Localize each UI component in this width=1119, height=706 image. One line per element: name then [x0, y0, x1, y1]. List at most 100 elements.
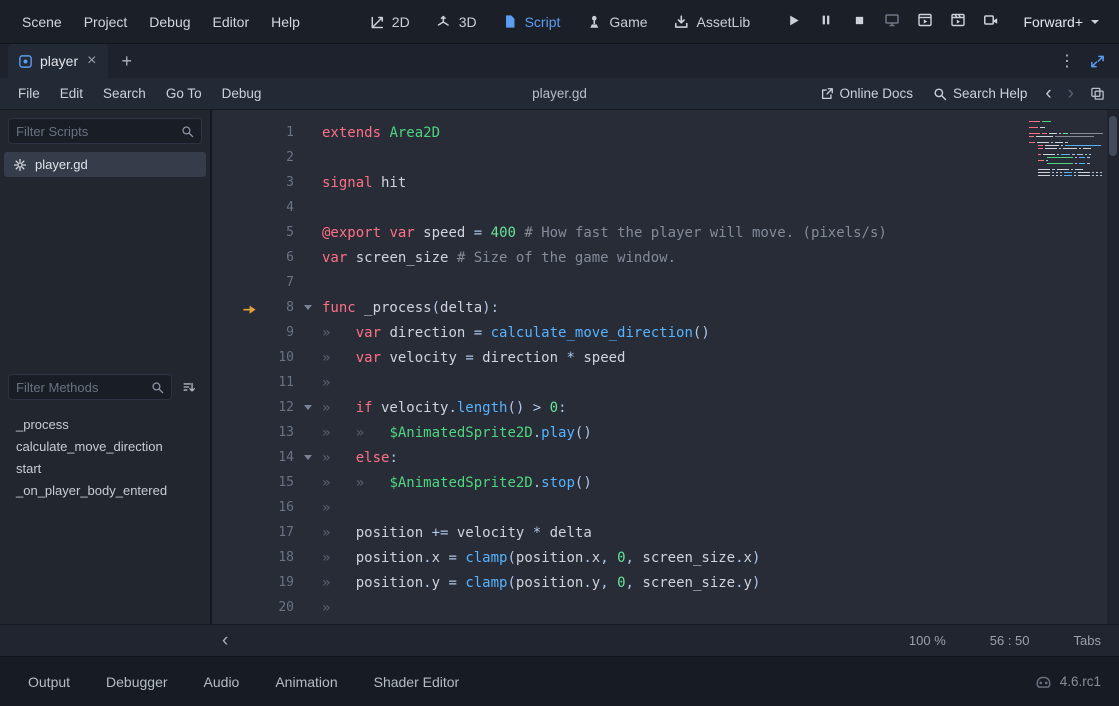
filter-methods-box: [8, 374, 172, 400]
menu-project[interactable]: Project: [74, 7, 138, 37]
script-list-item[interactable]: player.gd: [4, 152, 206, 177]
play-button[interactable]: [778, 7, 808, 37]
code-line-text[interactable]: » var velocity = direction * speed: [322, 350, 625, 366]
zoom-indicator[interactable]: 100 %: [909, 633, 946, 648]
code-line[interactable]: 4: [212, 195, 1025, 220]
renderer-label: Forward+: [1023, 14, 1083, 30]
pause-button[interactable]: [811, 7, 841, 37]
code-line-text[interactable]: » if velocity.length() > 0:: [322, 400, 567, 416]
code-line-text[interactable]: @export var speed = 400 # How fast the p…: [322, 225, 887, 241]
menu-file[interactable]: File: [8, 81, 50, 106]
tab-close-icon[interactable]: ×: [85, 53, 98, 69]
menu-script-debug[interactable]: Debug: [212, 81, 272, 106]
scripts-panel-collapse-button[interactable]: ‹: [216, 630, 234, 652]
code-line-text[interactable]: func _process(delta):: [322, 300, 499, 316]
method-list-item[interactable]: _on_player_body_entered: [0, 480, 210, 502]
renderer-select[interactable]: Forward+: [1015, 8, 1107, 36]
code-line[interactable]: 12 » if velocity.length() > 0:: [212, 395, 1025, 420]
menu-help[interactable]: Help: [261, 7, 310, 37]
menu-editor[interactable]: Editor: [203, 7, 260, 37]
code-line[interactable]: 18» position.x = clamp(position.x, 0, sc…: [212, 545, 1025, 570]
code-line[interactable]: 16»: [212, 495, 1025, 520]
game-view-button[interactable]: [877, 7, 907, 37]
line-number: 9: [262, 325, 294, 340]
code-line[interactable]: 5@export var speed = 400 # How fast the …: [212, 220, 1025, 245]
workspace-2d[interactable]: 2D: [358, 8, 421, 36]
minimap[interactable]: [1025, 110, 1107, 624]
code-line[interactable]: 13» » $AnimatedSprite2D.play(): [212, 420, 1025, 445]
movie-maker-button[interactable]: [976, 7, 1006, 37]
workspace-3d[interactable]: 3D: [425, 8, 488, 36]
code-line[interactable]: 6var screen_size # Size of the game wind…: [212, 245, 1025, 270]
godot-logo-icon: [1035, 673, 1052, 690]
code-line[interactable]: 15» » $AnimatedSprite2D.stop(): [212, 470, 1025, 495]
code-line[interactable]: 11»: [212, 370, 1025, 395]
code-line[interactable]: 8func _process(delta):: [212, 295, 1025, 320]
panels-toggle-button[interactable]: [1083, 80, 1111, 108]
method-list-item[interactable]: start: [0, 458, 210, 480]
code-editor[interactable]: 1extends Area2D23signal hit45@export var…: [212, 110, 1119, 624]
code-line[interactable]: 10» var velocity = direction * speed: [212, 345, 1025, 370]
menu-debug[interactable]: Debug: [139, 7, 200, 37]
history-back-button[interactable]: ‹: [1038, 84, 1058, 103]
method-list-item[interactable]: calculate_move_direction: [0, 436, 210, 458]
code-line[interactable]: 9 » var direction = calculate_move_direct…: [212, 320, 1025, 345]
history-forward-button[interactable]: ›: [1061, 84, 1081, 103]
panel-output-button[interactable]: Output: [15, 665, 83, 699]
editor-scrollbar[interactable]: [1107, 110, 1119, 624]
search-help-button[interactable]: Search Help: [924, 81, 1036, 106]
code-line-text[interactable]: signal hit: [322, 175, 406, 191]
filter-scripts-input[interactable]: [16, 124, 181, 139]
online-docs-label: Online Docs: [840, 86, 914, 101]
code-line[interactable]: 3signal hit: [212, 170, 1025, 195]
panel-audio-button[interactable]: Audio: [191, 665, 253, 699]
code-line-text[interactable]: var screen_size # Size of the game windo…: [322, 250, 676, 266]
add-tab-button[interactable]: +: [108, 44, 145, 78]
filter-methods-input[interactable]: [16, 380, 151, 395]
sort-methods-button[interactable]: [176, 374, 202, 400]
code-line[interactable]: 19» position.y = clamp(position.y, 0, sc…: [212, 570, 1025, 595]
method-list-item[interactable]: _process: [0, 414, 210, 436]
code-line[interactable]: 2: [212, 145, 1025, 170]
play-custom-scene-button[interactable]: [943, 7, 973, 37]
distraction-free-button[interactable]: [1083, 47, 1111, 75]
workspace-script[interactable]: Script: [492, 8, 572, 36]
workspace-game[interactable]: Game: [575, 8, 658, 36]
code-line-text[interactable]: » var direction = calculate_move_directi…: [322, 325, 710, 341]
stop-button[interactable]: [844, 7, 874, 37]
code-line-text[interactable]: »: [322, 375, 356, 391]
code-line[interactable]: 7: [212, 270, 1025, 295]
play-icon: [786, 13, 801, 31]
code-line-text[interactable]: » position.x = clamp(position.x, 0, scre…: [322, 550, 760, 566]
fold-arrow-icon[interactable]: [304, 305, 312, 310]
scene-tab-player[interactable]: player ×: [8, 44, 108, 78]
workspace-assetlib[interactable]: AssetLib: [663, 8, 762, 36]
panel-animation-button[interactable]: Animation: [262, 665, 350, 699]
code-line-text[interactable]: » position.y = clamp(position.y, 0, scre…: [322, 575, 760, 591]
code-lines[interactable]: 1extends Area2D23signal hit45@export var…: [212, 120, 1025, 624]
line-number: 12: [262, 400, 294, 415]
code-line-text[interactable]: » » $AnimatedSprite2D.play(): [322, 425, 592, 441]
fold-arrow-icon[interactable]: [304, 455, 312, 460]
panel-debugger-button[interactable]: Debugger: [93, 665, 181, 699]
panel-shader-editor-button[interactable]: Shader Editor: [361, 665, 473, 699]
code-line-text[interactable]: » position += velocity * delta: [322, 525, 592, 541]
play-scene-button[interactable]: [910, 7, 940, 37]
menu-edit[interactable]: Edit: [50, 81, 93, 106]
menu-search[interactable]: Search: [93, 81, 156, 106]
code-line-text[interactable]: extends Area2D: [322, 125, 440, 141]
code-line[interactable]: 14» else:: [212, 445, 1025, 470]
code-line-text[interactable]: » else:: [322, 450, 398, 466]
fold-arrow-icon[interactable]: [304, 405, 312, 410]
code-line-text[interactable]: »: [322, 500, 356, 516]
online-docs-button[interactable]: Online Docs: [811, 81, 923, 106]
menu-scene[interactable]: Scene: [12, 7, 72, 37]
menu-goto[interactable]: Go To: [156, 81, 212, 106]
code-line-text[interactable]: » » $AnimatedSprite2D.stop(): [322, 475, 592, 491]
code-line[interactable]: 1extends Area2D: [212, 120, 1025, 145]
code-line[interactable]: 20»: [212, 595, 1025, 620]
scrollbar-thumb[interactable]: [1109, 116, 1117, 156]
tab-overflow-menu-button[interactable]: ⋮: [1053, 47, 1081, 75]
code-line[interactable]: 17» position += velocity * delta: [212, 520, 1025, 545]
code-line-text[interactable]: »: [322, 600, 356, 616]
